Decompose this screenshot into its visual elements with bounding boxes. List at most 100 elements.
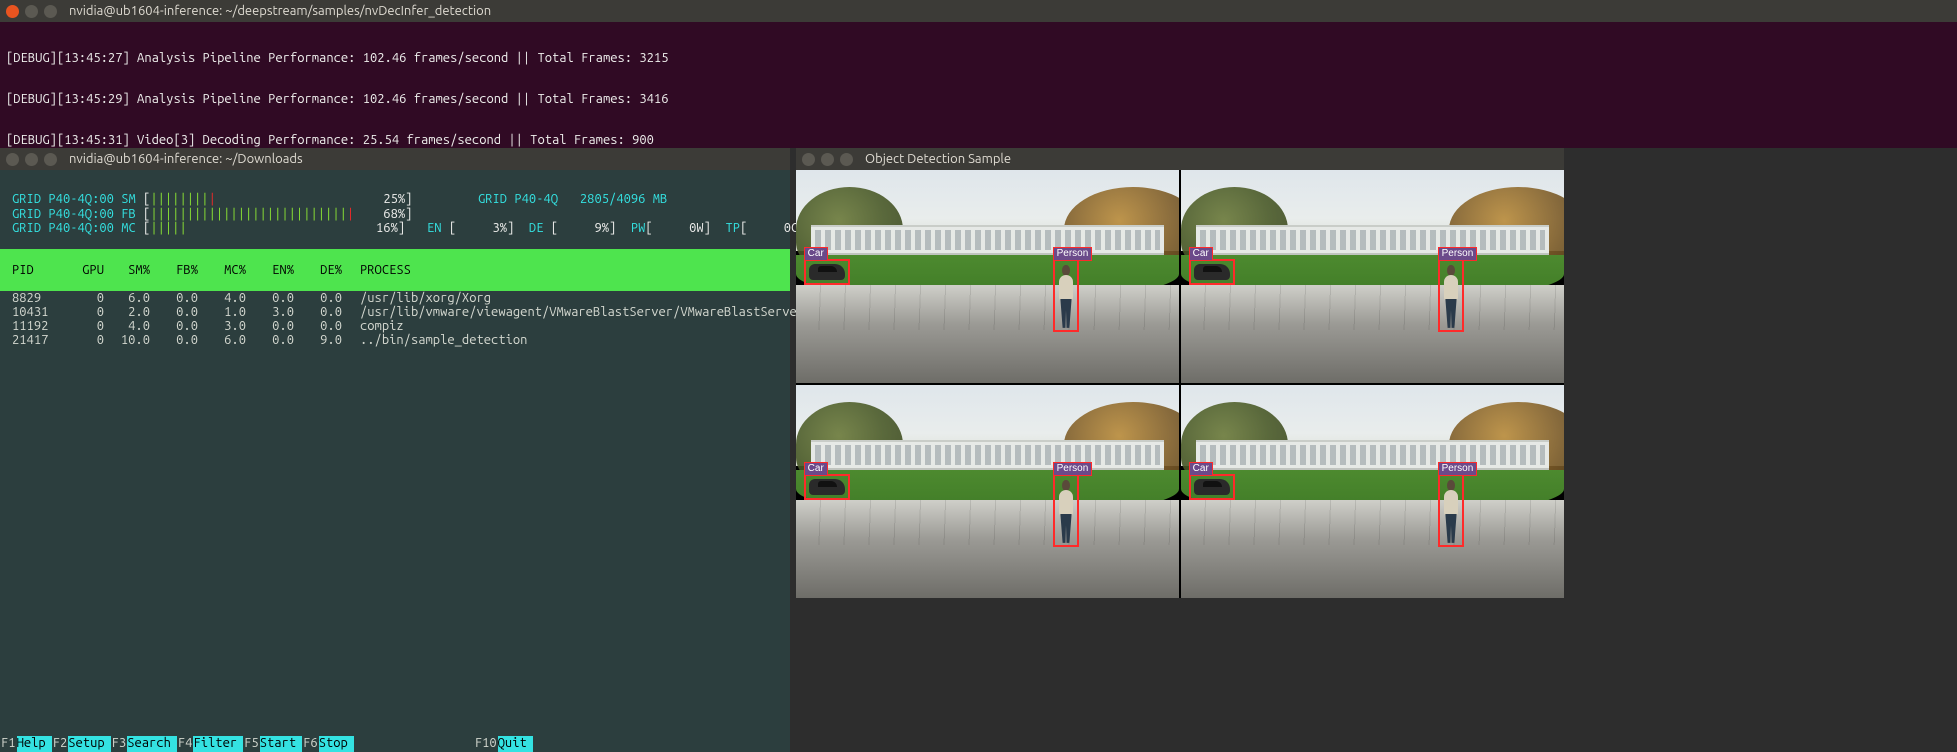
window-title-right: Object Detection Sample xyxy=(865,152,1011,166)
mem-gpu-name: GRID P40-4Q xyxy=(478,192,558,206)
person-icon xyxy=(1057,478,1076,542)
fn-key: F1 xyxy=(0,736,17,752)
car-icon xyxy=(1194,479,1230,495)
detection-label-car: Car xyxy=(1189,247,1213,261)
table-row[interactable]: 882906.00.04.00.00.0/usr/lib/xorg/Xorg xyxy=(0,291,790,305)
fn-stop[interactable]: Stop xyxy=(319,736,354,752)
maximize-icon[interactable] xyxy=(44,153,57,166)
bbox-person: Person xyxy=(1053,474,1080,546)
gpu-name: GRID P40-4Q:00 xyxy=(12,207,114,221)
fn-key: F4 xyxy=(177,736,194,752)
log-line: [DEBUG][13:45:27] Analysis Pipeline Perf… xyxy=(6,52,1951,66)
detection-label-person: Person xyxy=(1053,247,1093,261)
minimize-icon[interactable] xyxy=(25,153,38,166)
car-icon xyxy=(809,479,845,495)
mc-bar: ||||| xyxy=(150,221,186,235)
en-val: 3%] xyxy=(493,221,515,235)
fn-help[interactable]: Help xyxy=(17,736,52,752)
close-icon[interactable] xyxy=(802,153,815,166)
hdr-sm: SM% xyxy=(104,263,150,277)
fn-start[interactable]: Start xyxy=(260,736,302,752)
video-frame-2: Car Person xyxy=(796,385,1179,598)
lbl-de: DE xyxy=(529,221,544,235)
gpu-metrics-panel: GRID P40-4Q:00 SM [||||||||| 25%] GRID P… xyxy=(0,170,790,249)
person-icon xyxy=(1057,263,1076,327)
titlebar-left: nvidia@ub1604-inference: ~/Downloads xyxy=(0,148,790,170)
hdr-de: DE% xyxy=(294,263,342,277)
table-row[interactable]: 21417010.00.06.00.09.0../bin/sample_dete… xyxy=(0,333,790,347)
person-icon xyxy=(1442,263,1461,327)
lbl-tp: TP xyxy=(726,221,741,235)
fn-key: F5 xyxy=(243,736,260,752)
detection-label-person: Person xyxy=(1438,462,1478,476)
bbox-car: Car xyxy=(804,474,850,500)
fn-setup[interactable]: Setup xyxy=(68,736,110,752)
detection-label-car: Car xyxy=(804,462,828,476)
process-table-body: 882906.00.04.00.00.0/usr/lib/xorg/Xorg10… xyxy=(0,291,790,347)
detection-label-car: Car xyxy=(1189,462,1213,476)
detection-label-car: Car xyxy=(804,247,828,261)
bbox-car: Car xyxy=(804,259,850,285)
lbl-en: EN xyxy=(427,221,442,235)
fn-key: F10 xyxy=(474,736,498,752)
mem-used: 2805 xyxy=(580,192,609,206)
table-row[interactable]: 1043102.00.01.03.00.0/usr/lib/vmware/vie… xyxy=(0,305,790,319)
window-title-left: nvidia@ub1604-inference: ~/Downloads xyxy=(69,152,303,166)
window-title-top: nvidia@ub1604-inference: ~/deepstream/sa… xyxy=(69,4,491,18)
log-line: [DEBUG][13:45:29] Analysis Pipeline Perf… xyxy=(6,93,1951,107)
metric-label-sm: SM xyxy=(121,192,136,206)
fn-key: F6 xyxy=(302,736,319,752)
mem-unit: MB xyxy=(653,192,668,206)
detection-window: Object Detection Sample Car Person Car P… xyxy=(796,148,1564,598)
de-val: 9%] xyxy=(594,221,616,235)
video-grid: Car Person Car Person Car xyxy=(796,170,1564,598)
bbox-car: Car xyxy=(1189,259,1235,285)
fn-filter[interactable]: Filter xyxy=(193,736,243,752)
bbox-person: Person xyxy=(1438,259,1465,331)
log-line: [DEBUG][13:45:31] Video[3] Decoding Perf… xyxy=(6,134,1951,148)
titlebar-top: nvidia@ub1604-inference: ~/deepstream/sa… xyxy=(0,0,1957,22)
help-fn-bar: F1Help F2Setup F3Search F4Filter F5Start… xyxy=(0,736,533,752)
video-frame-3: Car Person xyxy=(1181,385,1564,598)
minimize-icon[interactable] xyxy=(821,153,834,166)
metric-label-fb: FB xyxy=(121,207,136,221)
hdr-mc: MC% xyxy=(198,263,246,277)
hdr-en: EN% xyxy=(246,263,294,277)
bbox-person: Person xyxy=(1053,259,1080,331)
gpu-name: GRID P40-4Q:00 xyxy=(12,221,114,235)
hdr-fb: FB% xyxy=(150,263,198,277)
car-icon xyxy=(809,264,845,280)
mc-pct: 16%] xyxy=(376,221,405,235)
process-table-header: PIDGPUSM%FB%MC%EN%DE%PROCESS xyxy=(0,249,790,291)
terminal-top: nvidia@ub1604-inference: ~/deepstream/sa… xyxy=(0,0,1957,148)
mem-total: 4096 xyxy=(616,192,645,206)
fn-key: F2 xyxy=(52,736,69,752)
sm-pct: 25%] xyxy=(383,192,412,206)
metric-label-mc: MC xyxy=(121,221,136,235)
video-frame-0: Car Person xyxy=(796,170,1179,383)
terminal-nvtop: nvidia@ub1604-inference: ~/Downloads GRI… xyxy=(0,148,790,752)
hdr-process: PROCESS xyxy=(342,263,411,277)
fb-pct: 68%] xyxy=(383,207,412,221)
table-row[interactable]: 1119204.00.03.00.00.0compiz xyxy=(0,319,790,333)
maximize-icon[interactable] xyxy=(840,153,853,166)
fn-quit[interactable]: Quit xyxy=(498,736,533,752)
person-icon xyxy=(1442,478,1461,542)
detection-label-person: Person xyxy=(1438,247,1478,261)
gpu-name: GRID P40-4Q:00 xyxy=(12,192,114,206)
titlebar-right: Object Detection Sample xyxy=(796,148,1564,170)
close-icon[interactable] xyxy=(6,153,19,166)
fn-key: F3 xyxy=(111,736,128,752)
minimize-icon[interactable] xyxy=(25,5,38,18)
hdr-gpu: GPU xyxy=(68,263,104,277)
bbox-person: Person xyxy=(1438,474,1465,546)
hdr-pid: PID xyxy=(12,263,68,277)
close-icon[interactable] xyxy=(6,5,19,18)
car-icon xyxy=(1194,264,1230,280)
fb-bar: ||||||||||||||||||||||||||| xyxy=(150,207,347,221)
pw-val: 0W] xyxy=(689,221,711,235)
bbox-car: Car xyxy=(1189,474,1235,500)
maximize-icon[interactable] xyxy=(44,5,57,18)
fn-search[interactable]: Search xyxy=(127,736,177,752)
sm-bar: |||||||| xyxy=(150,192,208,206)
